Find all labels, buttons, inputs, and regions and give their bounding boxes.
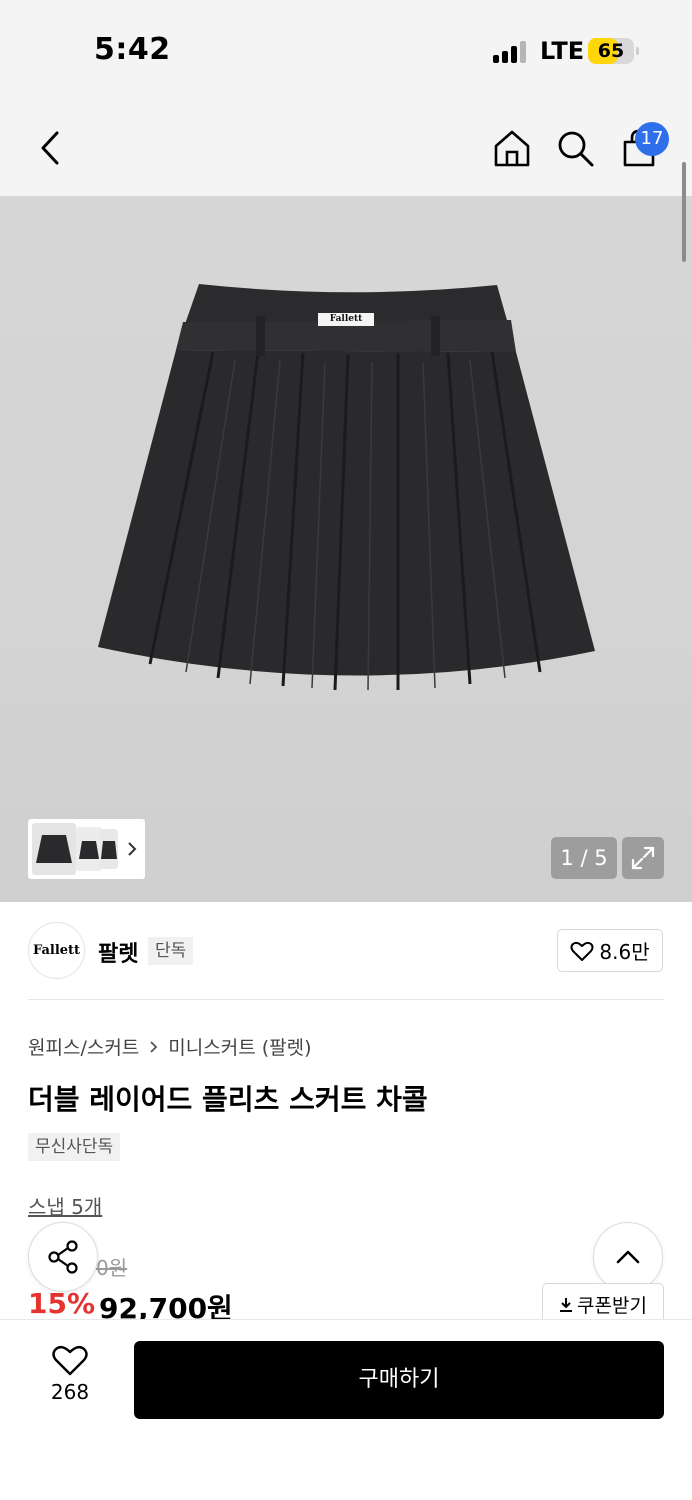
- breadcrumb: 원피스/스커트 미니스커트 (팔렛): [28, 1033, 312, 1060]
- chevron-right-icon: [150, 1040, 158, 1053]
- status-time: 5:42: [94, 32, 171, 67]
- heart-outline-icon: [52, 1345, 88, 1376]
- divider: [28, 999, 664, 1000]
- chevron-right-icon: [128, 842, 137, 856]
- breadcrumb-item-subcategory[interactable]: 미니스커트 (팔렛): [168, 1033, 311, 1060]
- wishlist-button[interactable]: 268: [28, 1344, 112, 1420]
- battery-icon: 65: [588, 38, 634, 64]
- thumbnail-1[interactable]: [32, 823, 76, 875]
- home-button[interactable]: [490, 126, 534, 170]
- coupon-label: 쿠폰받기: [577, 1295, 647, 1317]
- cart-count-badge: 17: [635, 122, 669, 156]
- wishlist-count: 268: [50, 1380, 90, 1404]
- battery-percent: 65: [597, 40, 625, 62]
- thumbnail-3[interactable]: [100, 829, 118, 869]
- network-type: LTE: [540, 37, 585, 65]
- image-counter: 1 / 5: [551, 837, 617, 879]
- expand-image-button[interactable]: [622, 837, 664, 879]
- snap-link[interactable]: 스냅 5개: [28, 1191, 102, 1220]
- brand-like-count: 8.6만: [599, 940, 650, 964]
- back-button[interactable]: [28, 126, 72, 170]
- expand-icon: [631, 846, 655, 870]
- heart-outline-icon: [570, 941, 594, 961]
- scroll-to-top-button[interactable]: [593, 1222, 663, 1292]
- thumbnail-2[interactable]: [76, 827, 102, 871]
- chevron-up-icon: [616, 1250, 640, 1264]
- product-title: 더블 레이어드 플리츠 스커트 차콜: [28, 1083, 428, 1116]
- download-icon: [560, 1297, 573, 1312]
- exclusive-badge: 무신사단독: [28, 1133, 121, 1161]
- chevron-left-icon: [41, 131, 59, 165]
- search-button[interactable]: [553, 126, 597, 170]
- page-scroll-indicator[interactable]: [682, 162, 686, 262]
- status-bar: 5:42 LTE 65: [0, 0, 692, 100]
- battery-cap: [636, 47, 639, 55]
- thumbnail-strip[interactable]: [28, 819, 145, 879]
- share-button[interactable]: [28, 1222, 98, 1292]
- home-icon: [494, 130, 530, 167]
- search-icon: [558, 131, 594, 167]
- thumbnails-next-button[interactable]: [122, 837, 142, 861]
- brand-like-button[interactable]: 8.6만: [557, 929, 663, 972]
- buy-button[interactable]: 구매하기: [134, 1341, 664, 1419]
- brand-name[interactable]: 팔렛: [98, 936, 138, 968]
- brand-logo[interactable]: Fallett: [28, 922, 85, 979]
- product-label-logo: Fallett: [329, 314, 363, 324]
- signal-icon: [493, 41, 529, 63]
- product-image: [98, 284, 595, 691]
- original-price: 0원: [96, 1256, 128, 1280]
- top-nav: [0, 100, 692, 196]
- product-image-gallery[interactable]: Fallett: [0, 196, 692, 902]
- breadcrumb-item-category[interactable]: 원피스/스커트: [28, 1033, 139, 1060]
- share-icon: [48, 1240, 78, 1274]
- brand-exclusive-tag: 단독: [148, 937, 194, 965]
